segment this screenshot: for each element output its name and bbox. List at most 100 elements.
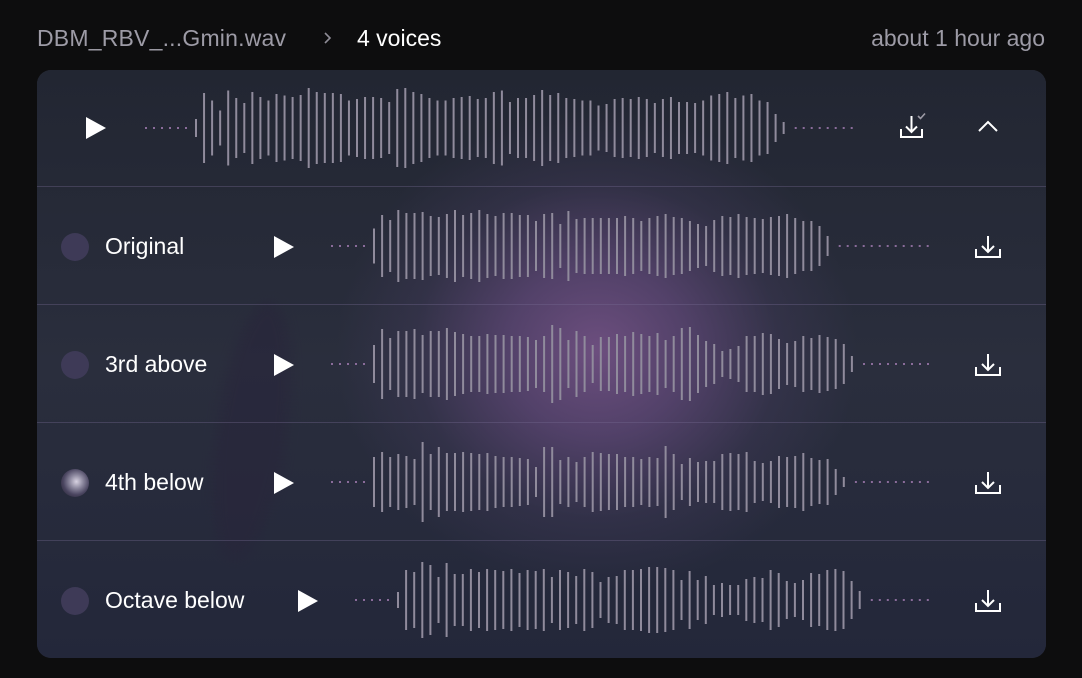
waveform-bar xyxy=(672,336,675,392)
waveform-silence-dot xyxy=(910,599,913,601)
waveform-bar xyxy=(373,457,375,507)
waveform-bar xyxy=(583,457,586,507)
voice-waveform[interactable] xyxy=(351,550,937,650)
waveform-bar xyxy=(697,462,699,502)
waveform-bar xyxy=(397,454,400,510)
waveform-bar xyxy=(778,456,780,508)
waveform-bar xyxy=(721,583,723,617)
voice-download-button[interactable] xyxy=(971,584,1005,618)
waveform-bar xyxy=(737,454,740,510)
waveform-bar xyxy=(753,336,756,392)
waveform-svg xyxy=(331,442,929,522)
waveform-bar xyxy=(381,215,384,277)
waveform-bar xyxy=(550,577,553,623)
waveform-silence-dot xyxy=(927,363,929,365)
waveform-bar xyxy=(518,336,521,392)
main-waveform[interactable] xyxy=(141,78,861,178)
waveform-bar xyxy=(381,329,384,399)
waveform-bar xyxy=(599,582,602,618)
row-divider xyxy=(37,304,1046,305)
waveform-bar xyxy=(648,336,651,392)
waveform-bar xyxy=(454,210,456,282)
voice-waveform[interactable] xyxy=(327,196,937,296)
waveform-bar xyxy=(599,337,602,391)
waveform-bar xyxy=(758,100,761,156)
waveform-bar xyxy=(648,567,651,633)
download-icon xyxy=(975,472,1001,494)
waveform-bar xyxy=(219,110,222,146)
waveform-bar xyxy=(842,571,845,629)
waveform-bar xyxy=(753,461,756,503)
waveform-bar xyxy=(688,327,691,401)
voice-play-button[interactable] xyxy=(295,588,321,614)
waveform-bar xyxy=(761,463,764,501)
waveform-bar xyxy=(664,446,667,518)
voice-row: 3rd above xyxy=(37,304,1046,422)
waveform-bar xyxy=(573,99,576,157)
waveform-bar xyxy=(396,89,399,167)
waveform-bar xyxy=(388,102,391,154)
waveform-bar xyxy=(782,122,785,134)
waveform-silence-dot xyxy=(886,481,889,483)
main-play-button[interactable] xyxy=(83,115,109,141)
waveform-bar xyxy=(858,591,861,609)
waveform-bar xyxy=(381,452,384,512)
waveform-bar xyxy=(753,577,756,623)
waveform-bar xyxy=(745,217,748,275)
waveform-bar xyxy=(713,220,716,272)
waveform-bar xyxy=(697,224,699,268)
waveform-bar xyxy=(526,570,529,630)
waveform-bar xyxy=(680,328,683,400)
waveform-bar xyxy=(718,94,721,162)
waveform-bar xyxy=(607,218,610,274)
waveform-bar xyxy=(551,213,554,279)
waveform-bar xyxy=(468,96,471,160)
waveform-bar xyxy=(251,92,254,164)
voice-waveform[interactable] xyxy=(327,432,937,532)
voice-row: 4th below xyxy=(37,422,1046,540)
voices-panel: Original 3rd above 4th below Octave belo… xyxy=(37,70,1046,658)
waveform-bar xyxy=(802,221,805,271)
waveform-bar xyxy=(623,570,626,630)
waveform-bar xyxy=(421,442,424,522)
voice-avatar xyxy=(61,587,89,615)
waveform-bar xyxy=(437,217,440,275)
waveform-bar xyxy=(802,580,804,620)
breadcrumb-file-name[interactable]: DBM_RBV_...Gmin.wav xyxy=(37,25,286,52)
waveform-bar xyxy=(291,97,294,159)
waveform-bar xyxy=(373,345,375,383)
voice-download-button[interactable] xyxy=(971,348,1005,382)
waveform-bar xyxy=(404,88,407,168)
waveform-bar xyxy=(454,332,456,396)
voice-play-button[interactable] xyxy=(271,234,297,260)
voice-waveform[interactable] xyxy=(327,314,937,414)
waveform-bar xyxy=(543,214,546,278)
waveform-silence-dot xyxy=(347,363,349,365)
voice-download-button[interactable] xyxy=(971,466,1005,500)
download-icon xyxy=(975,354,1001,376)
waveform-bar xyxy=(397,592,399,608)
waveform-bar xyxy=(591,452,594,512)
waveform-bar xyxy=(705,226,708,266)
waveform-bar xyxy=(640,569,642,631)
waveform-silence-dot xyxy=(169,127,171,129)
waveform-silence-dot xyxy=(331,363,333,365)
waveform-bar xyxy=(777,573,780,627)
voice-label: 3rd above xyxy=(105,351,208,377)
download-all-button[interactable] xyxy=(895,110,929,144)
voice-download-button[interactable] xyxy=(971,230,1005,264)
waveform-silence-dot xyxy=(926,245,929,247)
waveform-bar xyxy=(737,214,740,278)
download-icon xyxy=(975,590,1001,612)
waveform-bar xyxy=(664,340,667,388)
voice-play-button[interactable] xyxy=(271,352,297,378)
voice-play-button[interactable] xyxy=(271,470,297,496)
waveform-bar xyxy=(769,334,772,394)
collapse-button[interactable] xyxy=(971,110,1005,144)
waveform-bar xyxy=(656,333,659,395)
waveform-bar xyxy=(478,572,480,628)
waveform-silence-dot xyxy=(379,599,381,601)
waveform-bar xyxy=(834,339,837,389)
waveform-bar xyxy=(745,452,748,512)
waveform-bar xyxy=(680,218,683,274)
